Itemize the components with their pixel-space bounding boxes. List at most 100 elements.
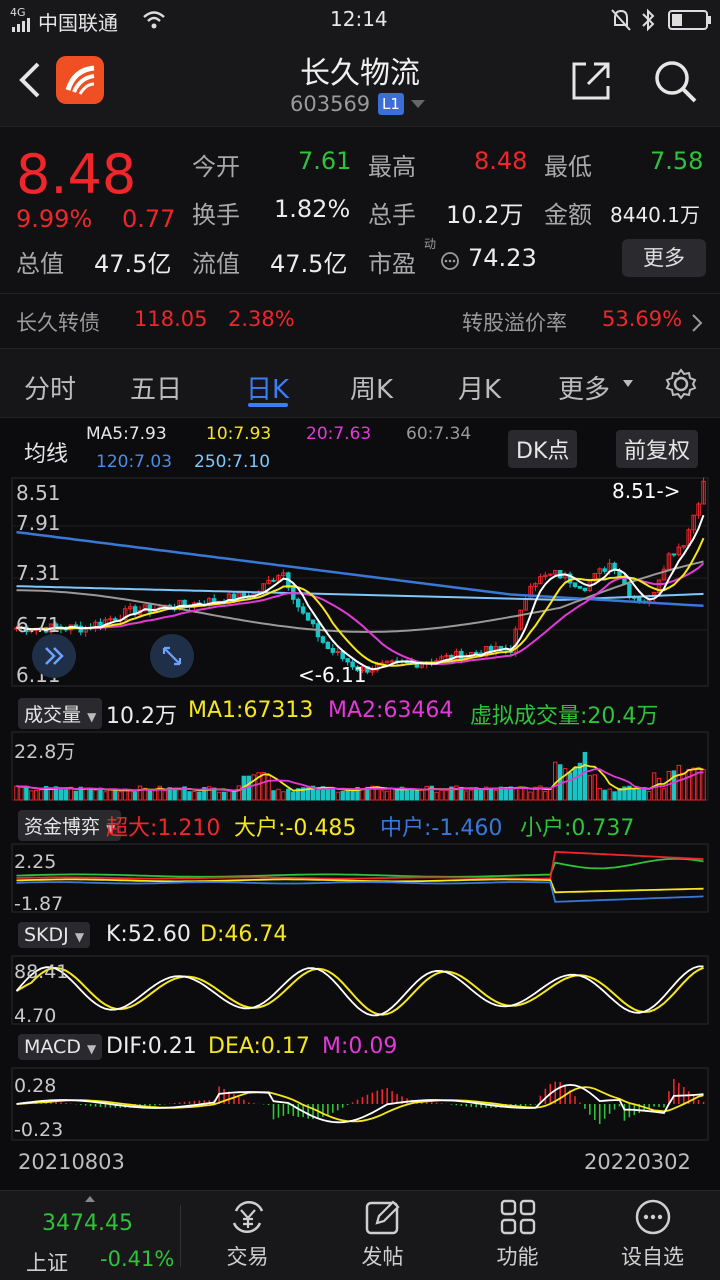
volume-bar xyxy=(266,775,271,801)
nav-functions-label: 功能 xyxy=(496,1245,539,1269)
volume-bar xyxy=(691,767,696,801)
nav-functions[interactable]: 功能 xyxy=(450,1191,585,1280)
stock-header: 长久物流 603569 L1 xyxy=(0,40,720,126)
volume-bar xyxy=(162,790,167,801)
candle-body xyxy=(335,651,340,654)
edit-post-icon xyxy=(365,1200,400,1235)
kline-chart[interactable]: 8.51 7.91 7.31 6.71 6.11 8.51-> <-6.11 xyxy=(0,476,720,688)
info-icon[interactable] xyxy=(440,251,460,271)
candle-body xyxy=(488,646,494,652)
settings-gear-icon[interactable] xyxy=(664,367,698,401)
volume-bar xyxy=(419,789,425,801)
skdj-indicator-button[interactable]: SKDJ ▼ xyxy=(18,922,91,948)
nav-post[interactable]: 发帖 xyxy=(315,1191,450,1280)
volume-bar xyxy=(656,777,662,801)
bottom-nav: 3474.45 上证 -0.41% 交易 发帖 功能 设自选 xyxy=(0,1190,720,1280)
volume-bar xyxy=(582,751,588,801)
level-dropdown-icon[interactable] xyxy=(410,98,426,110)
capital-indicator-label: 资金博弈 xyxy=(24,816,101,838)
volume-chart[interactable]: 22.8万 xyxy=(0,730,720,802)
chevron-right-icon[interactable] xyxy=(690,313,704,333)
volume-bar xyxy=(14,785,19,801)
index-percent: -0.41% xyxy=(100,1247,175,1271)
candle-body xyxy=(671,553,677,556)
adjust-mode-button[interactable]: 前复权 xyxy=(616,430,699,468)
volume-bar xyxy=(335,791,340,801)
capital-chart[interactable]: 2.25 -1.87 xyxy=(0,842,720,914)
candle-body xyxy=(320,636,326,643)
volume-bar xyxy=(681,772,686,801)
small-line xyxy=(16,857,704,878)
candle-body xyxy=(498,646,504,650)
volume-bar xyxy=(221,791,227,801)
share-icon[interactable] xyxy=(570,60,612,102)
volume-indicator-button[interactable]: 成交量 ▼ xyxy=(18,698,103,729)
macd-dea-value: DEA:0.17 xyxy=(208,1034,310,1059)
nav-add-watchlist[interactable]: 设自选 xyxy=(585,1191,720,1280)
capital-y-bottom: -1.87 xyxy=(14,893,63,914)
volume-bar xyxy=(127,790,133,801)
nav-trade[interactable]: 交易 xyxy=(180,1191,315,1280)
grid-apps-icon xyxy=(500,1199,536,1235)
volume-bar xyxy=(439,789,444,801)
ma5-legend: MA5:7.93 xyxy=(86,424,167,444)
ma60-legend: 60:7.34 xyxy=(406,424,472,444)
pe-dynamic-tag: 动 xyxy=(424,237,437,251)
mute-bell-icon xyxy=(611,9,631,31)
tab-five-day[interactable]: 五日 xyxy=(130,369,182,406)
volume-bar xyxy=(632,789,637,801)
volume-bar xyxy=(543,791,548,801)
skdj-k-line xyxy=(15,965,704,1017)
volume-bar xyxy=(286,788,291,801)
volume-bar xyxy=(602,789,607,801)
macd-indicator-label: MACD xyxy=(24,1036,81,1058)
more-quote-button[interactable]: 更多 xyxy=(622,239,706,277)
candle-body xyxy=(147,604,153,613)
tab-weekly-k[interactable]: 周K xyxy=(350,369,393,406)
candle-body xyxy=(325,641,331,650)
signal-icon xyxy=(12,18,30,32)
skdj-y-bottom: 4.70 xyxy=(14,1005,56,1026)
volume-bar xyxy=(192,790,197,801)
high-label: 最高 xyxy=(368,153,416,181)
quote-panel: 8.48 9.99% 0.77 今开 7.61 最高 8.48 最低 7.58 … xyxy=(0,126,720,348)
volume-bar xyxy=(261,771,266,801)
candle-body xyxy=(241,592,247,597)
macd-indicator-button[interactable]: MACD ▼ xyxy=(18,1034,103,1060)
tab-monthly-k[interactable]: 月K xyxy=(458,369,501,406)
caret-up-icon xyxy=(85,1196,95,1202)
mktcap-value: 47.5亿 xyxy=(94,250,172,278)
candle-body xyxy=(572,582,578,587)
volume-bar xyxy=(587,775,593,801)
volume-bar xyxy=(686,768,691,801)
volume-bar xyxy=(83,788,88,801)
ma10-legend: 10:7.93 xyxy=(206,424,272,444)
search-icon[interactable] xyxy=(652,58,698,104)
tab-more[interactable]: 更多 xyxy=(558,369,610,406)
tab-more-dropdown-icon[interactable] xyxy=(622,379,634,389)
stock-title: 长久物流 xyxy=(300,56,420,91)
tab-daily-k[interactable]: 日K xyxy=(246,369,289,406)
volume-bar xyxy=(444,789,449,801)
skdj-chart[interactable]: 88.41 4.70 xyxy=(0,954,720,1026)
tab-intraday[interactable]: 分时 xyxy=(24,369,76,406)
volume-bar xyxy=(132,791,138,801)
bond-percent: 2.38% xyxy=(228,307,295,331)
volume-bar xyxy=(58,789,64,801)
candle-body xyxy=(271,579,276,582)
volume-bar xyxy=(271,790,276,801)
candle-body xyxy=(295,598,301,608)
volume-bar xyxy=(276,788,281,801)
macd-chart[interactable]: 0.28 -0.23 xyxy=(0,1066,720,1142)
dk-point-button[interactable]: DK点 xyxy=(508,430,578,468)
volume-bar xyxy=(612,791,617,801)
level-badge[interactable]: L1 xyxy=(378,93,404,115)
active-tab-indicator xyxy=(248,403,288,407)
ma250-legend: 250:7.10 xyxy=(194,452,271,472)
volume-bar xyxy=(666,770,672,801)
volume-bar xyxy=(137,785,143,801)
volume-bar xyxy=(88,788,93,801)
volume-bar xyxy=(468,789,474,801)
bond-label[interactable]: 长久转债 xyxy=(16,307,100,337)
index-ticker[interactable]: 3474.45 上证 -0.41% xyxy=(0,1191,180,1280)
